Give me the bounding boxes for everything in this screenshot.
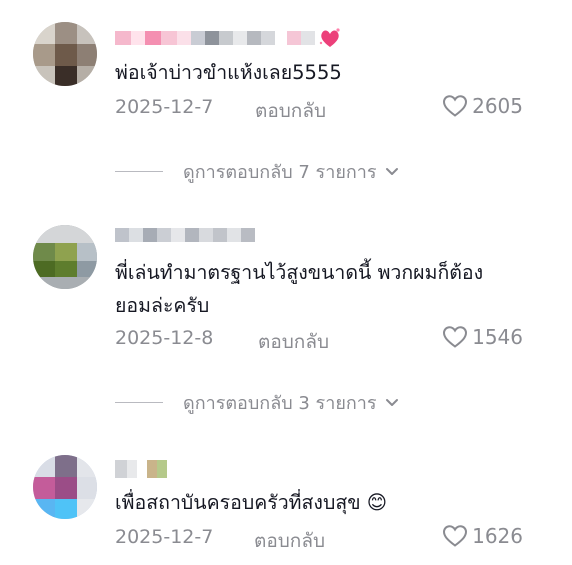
comment-text-line: ยอมล่ะครับ bbox=[115, 294, 210, 317]
comment-text: พ่อเจ้าบ่าวขำแห้งเลย5555 bbox=[115, 61, 342, 84]
avatar[interactable] bbox=[33, 455, 97, 519]
comment-text-line: พี่เล่นทำมาตรฐานไว้สูงขนาดนี้ พวกผมก็ต้อ… bbox=[115, 261, 484, 284]
view-replies-label: ดูการตอบกลับ 3 รายการ bbox=[183, 393, 377, 414]
like-count: 2605 bbox=[472, 94, 523, 118]
heart-outline-icon bbox=[443, 525, 468, 547]
like-count: 1626 bbox=[472, 524, 523, 548]
comment-text: พี่เล่นทำมาตรฐานไว้สูงขนาดนี้ พวกผมก็ต้อ… bbox=[115, 256, 525, 322]
comment-date: 2025-12-8 bbox=[115, 327, 214, 349]
avatar[interactable] bbox=[33, 22, 97, 86]
chevron-down-icon bbox=[385, 167, 398, 175]
sparkling-heart-emoji bbox=[319, 28, 340, 47]
comment-meta: 2025-12-7 ตอบกลับ 1626 bbox=[115, 524, 523, 552]
reply-button[interactable]: ตอบกลับ bbox=[258, 327, 329, 357]
like-button[interactable]: 2605 bbox=[442, 94, 523, 118]
divider-line bbox=[115, 171, 163, 172]
like-count: 1546 bbox=[472, 325, 523, 349]
view-replies-label: ดูการตอบกลับ 7 รายการ bbox=[183, 162, 377, 183]
reply-button[interactable]: ตอบกลับ bbox=[254, 526, 325, 556]
like-button[interactable]: 1546 bbox=[442, 325, 523, 349]
heart-outline-icon bbox=[443, 95, 468, 117]
view-replies-button[interactable]: ดูการตอบกลับ 3 รายการ bbox=[115, 388, 399, 417]
chevron-down-icon bbox=[385, 398, 398, 406]
comment-date: 2025-12-7 bbox=[115, 96, 214, 118]
like-button[interactable]: 1626 bbox=[442, 524, 523, 548]
comment-text: เพื่อสถาบันครอบครัวที่สงบสุข 😊 bbox=[115, 491, 388, 514]
heart-outline-icon bbox=[443, 326, 468, 348]
comment-date: 2025-12-7 bbox=[115, 526, 214, 548]
comment-meta: 2025-12-7 ตอบกลับ 2605 bbox=[115, 94, 523, 122]
comment-meta: 2025-12-8 ตอบกลับ 1546 bbox=[115, 325, 523, 353]
view-replies-button[interactable]: ดูการตอบกลับ 7 รายการ bbox=[115, 157, 399, 186]
avatar[interactable] bbox=[33, 225, 97, 289]
username-blurred[interactable] bbox=[115, 228, 275, 246]
username-blurred[interactable] bbox=[115, 460, 175, 478]
username-blurred[interactable] bbox=[115, 31, 335, 49]
reply-button[interactable]: ตอบกลับ bbox=[255, 96, 326, 126]
divider-line bbox=[115, 402, 163, 403]
